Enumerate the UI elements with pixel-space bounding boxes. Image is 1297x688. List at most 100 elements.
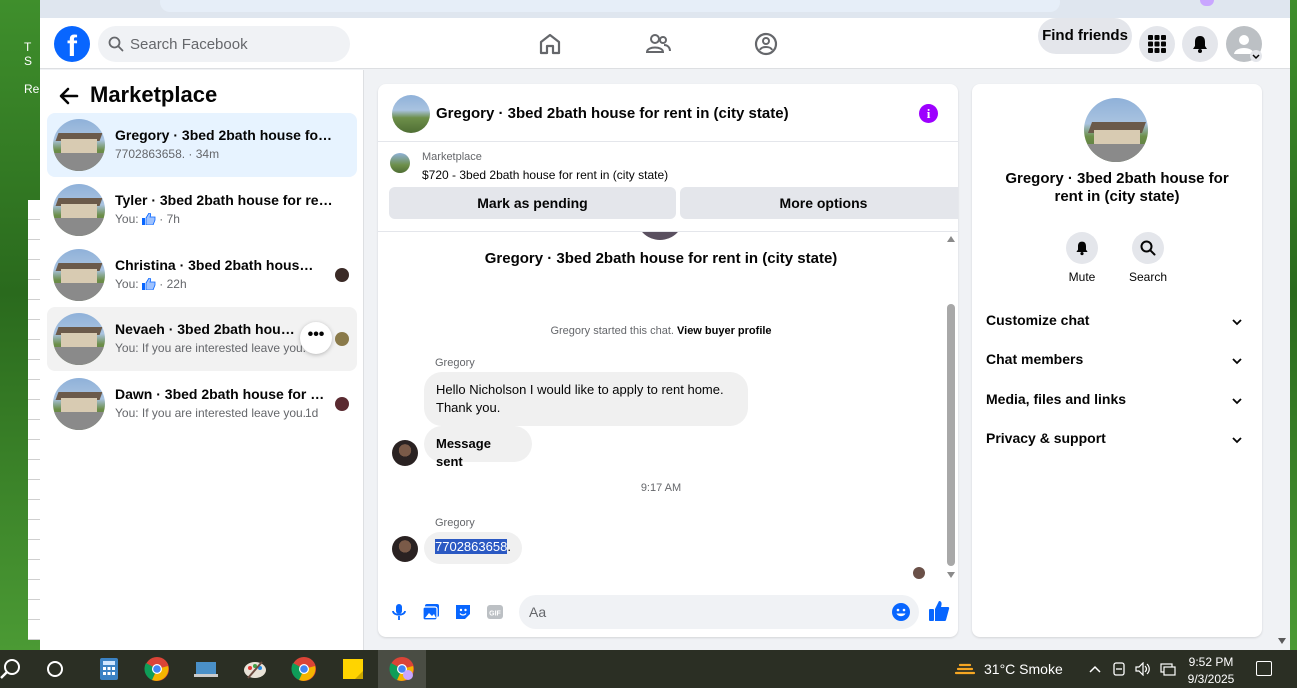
spreadsheet-fragment xyxy=(28,200,40,640)
message-input[interactable] xyxy=(529,595,869,629)
sticky-notes-icon[interactable] xyxy=(340,656,366,682)
system-clock[interactable]: 9:52 PM 9/3/2025 xyxy=(1184,654,1238,688)
info-icon[interactable]: i xyxy=(919,104,938,123)
search-icon xyxy=(1140,240,1156,256)
groups-icon[interactable] xyxy=(752,30,780,58)
row-label: Privacy & support xyxy=(986,430,1106,446)
seen-indicator-avatar xyxy=(913,567,925,579)
message-text: Thank you. xyxy=(436,400,501,415)
thumbs-up-icon xyxy=(141,278,156,290)
media-files-links-row[interactable]: Media, files and links xyxy=(986,391,1248,411)
mute-label: Mute xyxy=(1068,270,1096,284)
selected-phone-number[interactable]: 7702863658 xyxy=(435,539,508,554)
chevron-down-icon xyxy=(1232,358,1242,365)
search-icon xyxy=(108,36,124,52)
message-composer: GIF xyxy=(378,589,958,637)
conversation-preview: You: If you are interested leave you... xyxy=(115,406,305,420)
chat-members-row[interactable]: Chat members xyxy=(986,351,1248,371)
conversation-item-dawn[interactable]: Dawn · 3bed 2bath house for rent in (cit… xyxy=(47,372,357,436)
thumbs-up-icon xyxy=(141,213,156,225)
details-name: Gregory · 3bed 2bath house for rent in (… xyxy=(1005,170,1229,205)
chevron-up-icon[interactable] xyxy=(1089,664,1101,674)
listing-thumbnail[interactable] xyxy=(390,153,410,173)
chat-title[interactable]: Gregory · 3bed 2bath house for rent in (… xyxy=(436,105,789,122)
chrome-icon[interactable] xyxy=(144,656,170,682)
home-icon[interactable] xyxy=(536,30,564,58)
conversation-item-christina[interactable]: Christina · 3bed 2bath house for rent in… xyxy=(47,243,357,307)
mute-action[interactable]: Mute xyxy=(1052,232,1112,284)
friends-icon[interactable] xyxy=(644,30,672,58)
message-bubble[interactable]: Message sent xyxy=(424,426,532,469)
chevron-down-icon xyxy=(1232,437,1242,444)
thread-scrollbar[interactable] xyxy=(944,232,958,582)
profile-dot-icon[interactable] xyxy=(1200,0,1214,6)
weather-icon[interactable] xyxy=(954,659,976,679)
listing-avatar xyxy=(53,184,105,236)
message-input-wrapper[interactable] xyxy=(519,595,919,629)
weather-text[interactable]: 31°C Smoke xyxy=(984,661,1063,677)
conversation-name: Gregory · 3bed 2bath house for rent in (… xyxy=(115,127,337,143)
details-avatar[interactable] xyxy=(1084,98,1148,162)
message-thread[interactable]: Gregory · 3bed 2bath house for rent in (… xyxy=(378,232,944,582)
task-view-icon[interactable] xyxy=(46,660,64,678)
scroll-up-arrow-icon[interactable] xyxy=(947,236,955,242)
meet-now-icon[interactable] xyxy=(1112,662,1126,676)
back-arrow-icon[interactable] xyxy=(58,85,80,107)
like-send-icon[interactable] xyxy=(928,600,950,622)
menu-button[interactable] xyxy=(1139,26,1175,62)
notification-center-icon[interactable] xyxy=(1256,661,1272,676)
conversation-item-nevaeh[interactable]: Nevaeh · 3bed 2bath house for rent in (c… xyxy=(47,307,357,371)
conversation-item-gregory[interactable]: Gregory · 3bed 2bath house for rent in (… xyxy=(47,113,357,177)
more-options-listing-button[interactable]: More options xyxy=(680,187,958,219)
customize-chat-row[interactable]: Customize chat xyxy=(986,312,1248,332)
chrome-active-icon[interactable] xyxy=(389,656,415,682)
account-avatar[interactable] xyxy=(1226,26,1262,62)
find-friends-button[interactable]: Find friends xyxy=(1038,18,1132,54)
started-text: Gregory started this chat. xyxy=(550,325,674,337)
sticker-icon[interactable] xyxy=(453,602,473,622)
search-action[interactable]: Search xyxy=(1118,232,1178,284)
svg-text:GIF: GIF xyxy=(489,611,501,618)
clock-time: 9:52 PM xyxy=(1188,655,1234,669)
photo-icon[interactable] xyxy=(421,602,441,622)
conversation-item-tyler[interactable]: Tyler · 3bed 2bath house for rent in (ci… xyxy=(47,178,357,242)
facebook-logo-icon[interactable]: f xyxy=(54,26,90,62)
search-input[interactable] xyxy=(130,26,340,62)
message-bubble[interactable]: Hello Nicholson I would like to apply to… xyxy=(424,372,748,426)
preview-prefix: You: xyxy=(115,212,139,226)
message-sender: Gregory xyxy=(435,357,475,369)
desktop-fragment-text: T S Re xyxy=(24,40,40,96)
sender-avatar[interactable] xyxy=(392,440,418,466)
search-icon[interactable] xyxy=(0,658,22,680)
search-box[interactable] xyxy=(98,26,350,62)
view-buyer-profile-link[interactable]: View buyer profile xyxy=(677,325,772,337)
network-icon[interactable] xyxy=(1160,662,1176,676)
file-explorer-icon[interactable] xyxy=(193,656,219,682)
emoji-icon[interactable] xyxy=(891,602,911,622)
message-bubble[interactable]: 7702863658. xyxy=(424,532,522,564)
scrollbar-thumb[interactable] xyxy=(947,304,955,566)
address-bar[interactable] xyxy=(160,0,1060,12)
notifications-button[interactable] xyxy=(1182,26,1218,62)
privacy-support-row[interactable]: Privacy & support xyxy=(986,430,1248,450)
listing-avatar xyxy=(53,249,105,301)
chrome-profile-icon[interactable] xyxy=(291,656,317,682)
page-title: Marketplace xyxy=(90,82,218,107)
preview-time: · 22h xyxy=(155,277,187,291)
mark-as-pending-button[interactable]: Mark as pending xyxy=(389,187,676,219)
chevron-down-icon xyxy=(1232,398,1242,405)
scroll-down-arrow-icon[interactable] xyxy=(947,572,955,578)
gif-icon[interactable]: GIF xyxy=(485,602,505,622)
listing-source: Marketplace xyxy=(422,151,482,163)
listing-description[interactable]: $720 - 3bed 2bath house for rent in (cit… xyxy=(422,168,668,182)
microphone-icon[interactable] xyxy=(389,602,409,622)
more-options-button[interactable]: ••• xyxy=(300,322,332,354)
paint-icon[interactable] xyxy=(242,656,268,682)
chat-started-notice: Gregory started this chat. View buyer pr… xyxy=(378,325,944,337)
window-scroll-down-arrow-icon[interactable] xyxy=(1278,638,1286,644)
read-receipt-avatar xyxy=(335,268,349,282)
chat-avatar[interactable] xyxy=(392,95,430,133)
calculator-icon[interactable] xyxy=(96,656,122,682)
volume-icon[interactable] xyxy=(1135,662,1151,676)
sender-avatar[interactable] xyxy=(392,536,418,562)
